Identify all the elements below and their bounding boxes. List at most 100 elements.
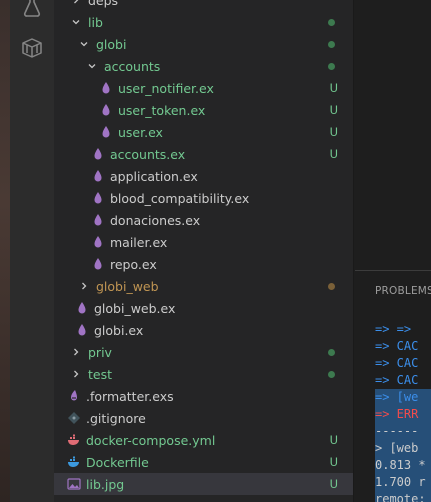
git-status-badge: U (329, 81, 338, 95)
terminal-line: => CAC (375, 339, 419, 353)
terminal-line: => ERR (375, 406, 431, 423)
item-label: globi_web (96, 278, 159, 294)
file-item[interactable]: .gitignore (54, 407, 353, 429)
item-label: repo.ex (110, 256, 157, 272)
package-icon[interactable] (20, 36, 44, 60)
item-label: .formatter.exs (86, 388, 174, 404)
terminal-line: => CAC (375, 373, 419, 387)
git-status-badge: U (329, 125, 338, 139)
item-label: deps (88, 0, 119, 8)
item-label: Dockerfile (86, 454, 149, 470)
terminal-line: 1.700 r (375, 474, 431, 491)
file-item[interactable]: donaciones.ex (54, 209, 353, 231)
file-item[interactable]: docker-compose.yml U (54, 429, 353, 451)
chevron-right-icon[interactable] (68, 344, 84, 360)
file-explorer: deps lib globi accounts user_notifier.ex Uuse… (54, 0, 354, 502)
background-edge (0, 0, 10, 502)
item-label: globi (96, 36, 127, 52)
terminal-line: remote: (375, 491, 431, 502)
file-item[interactable]: Dockerfile U (54, 451, 353, 473)
git-status-dot (328, 349, 335, 356)
file-item[interactable]: mailer.ex (54, 231, 353, 253)
image-file-icon (66, 476, 82, 492)
item-label: lib (88, 14, 103, 30)
elixir-file-icon (90, 168, 106, 184)
file-item[interactable]: globi.ex (54, 319, 353, 341)
git-status-dot (328, 371, 335, 378)
file-item[interactable]: blood_compatibility.ex (54, 187, 353, 209)
folder-item[interactable]: test (54, 363, 353, 385)
chevron-right-icon[interactable] (76, 278, 92, 294)
elixir-file-icon (90, 146, 106, 162)
git-status-badge: U (329, 147, 338, 161)
git-status-dot (328, 41, 335, 48)
item-label: user_notifier.ex (118, 80, 214, 96)
elixir-file-icon (98, 80, 114, 96)
file-item[interactable]: globi_web.ex (54, 297, 353, 319)
file-item[interactable]: user.ex U (54, 121, 353, 143)
git-icon (66, 410, 82, 426)
chevron-down-icon[interactable] (84, 58, 100, 74)
git-status-dot (328, 283, 335, 290)
chevron-down-icon[interactable] (68, 14, 84, 30)
terminal-line: > [web (375, 440, 431, 457)
elixir-file-icon (90, 190, 106, 206)
item-label: application.ex (110, 168, 198, 184)
item-label: mailer.ex (110, 234, 168, 250)
file-item[interactable]: user_notifier.ex U (54, 77, 353, 99)
folder-item[interactable]: accounts (54, 55, 353, 77)
chevron-right-icon[interactable] (68, 0, 84, 8)
elixir-file-icon (74, 322, 90, 338)
git-status-badge: U (329, 103, 338, 117)
chevron-down-icon[interactable] (76, 36, 92, 52)
elixir-file-icon (90, 212, 106, 228)
terminal-line: 0.813 * (375, 457, 431, 474)
item-label: user_token.ex (118, 102, 206, 118)
folder-item[interactable]: deps (54, 0, 353, 11)
git-status-badge: U (329, 455, 338, 469)
file-item[interactable]: application.ex (54, 165, 353, 187)
elixir-file-icon (90, 256, 106, 272)
item-label: accounts (104, 58, 161, 74)
folder-item[interactable]: globi (54, 33, 353, 55)
elixir-file-icon (74, 300, 90, 316)
file-item[interactable]: .formatter.exs (54, 385, 353, 407)
tab-problems[interactable]: PROBLEMS (375, 285, 431, 297)
docker-icon (66, 454, 82, 470)
item-label: blood_compatibility.ex (110, 190, 250, 206)
item-label: globi_web.ex (94, 300, 176, 316)
elixir-formatter-icon (66, 388, 82, 404)
file-item[interactable]: user_token.ex U (54, 99, 353, 121)
terminal-line: ------ (375, 423, 431, 440)
git-status-badge: U (329, 433, 338, 447)
item-label: priv (88, 344, 112, 360)
folder-item[interactable]: globi_web (54, 275, 353, 297)
terminal-line: => => (375, 322, 412, 336)
item-label: user.ex (118, 124, 163, 140)
item-label: donaciones.ex (110, 212, 201, 228)
docker-compose-icon (66, 432, 82, 448)
item-label: globi.ex (94, 322, 144, 338)
elixir-file-icon (90, 234, 106, 250)
git-status-dot (328, 19, 335, 26)
folder-item[interactable]: priv (54, 341, 353, 363)
flask-icon[interactable] (20, 0, 44, 18)
folder-item[interactable]: lib (54, 11, 353, 33)
git-status-badge: U (329, 477, 338, 491)
editor-area (355, 0, 431, 270)
terminal-output[interactable]: => => => CAC => CAC => CAC => [we => ERR -----… (375, 321, 431, 502)
item-label: accounts.ex (110, 146, 186, 162)
item-label: test (88, 366, 113, 382)
file-item[interactable]: repo.ex (54, 253, 353, 275)
git-status-dot (328, 63, 335, 70)
activity-bar (10, 0, 54, 502)
file-item[interactable]: accounts.ex U (54, 143, 353, 165)
terminal-line: => CAC (375, 356, 419, 370)
item-label: lib.jpg (86, 476, 125, 492)
elixir-file-icon (98, 102, 114, 118)
item-label: docker-compose.yml (86, 432, 216, 448)
file-item[interactable]: lib.jpg U (54, 473, 353, 495)
chevron-right-icon[interactable] (68, 366, 84, 382)
terminal-line: => [we (375, 389, 431, 406)
item-label: .gitignore (86, 410, 146, 426)
